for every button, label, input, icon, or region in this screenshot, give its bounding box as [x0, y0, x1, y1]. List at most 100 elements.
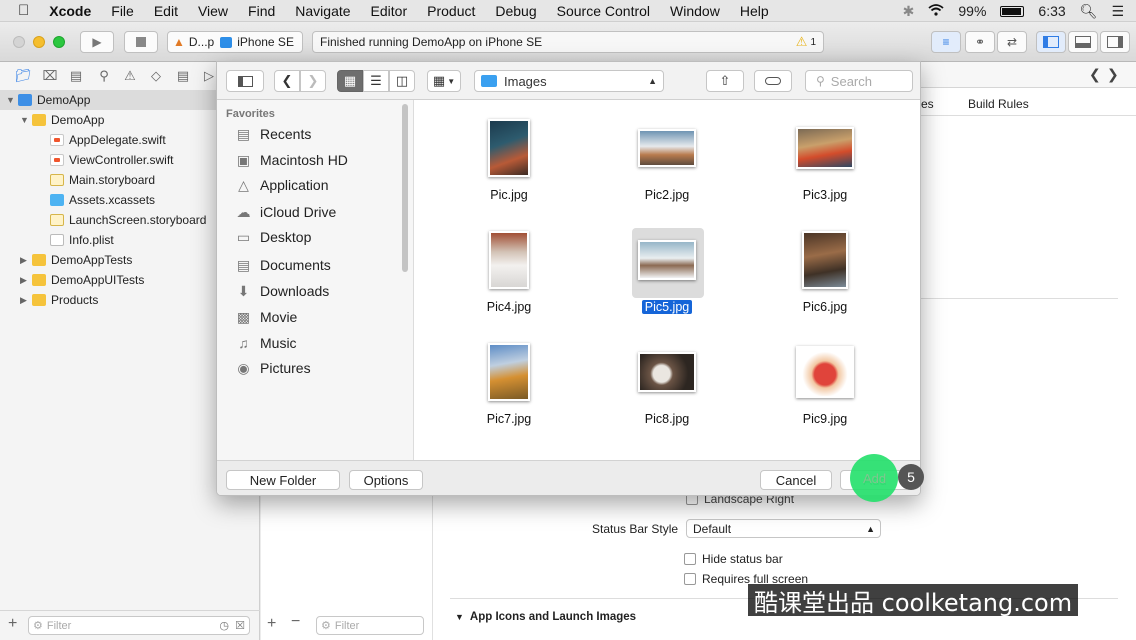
issue-tab-icon[interactable]: ⚠	[121, 67, 139, 85]
find-tab-icon[interactable]: ⚲	[95, 67, 113, 85]
share-button[interactable]: ⇧	[706, 70, 744, 92]
tree-item-file[interactable]: AppDelegate.swift	[50, 130, 166, 150]
sidebar-item-pictures[interactable]: ◉ Pictures	[235, 357, 310, 379]
sidebar-item-downloads[interactable]: ⬇ Downloads	[235, 280, 330, 302]
file-item[interactable]: Pic.jpg	[449, 108, 569, 208]
debug-tab-icon[interactable]: ▤	[174, 67, 192, 85]
hide-status-bar-checkbox[interactable]: Hide status bar	[684, 552, 783, 566]
sidebar-item-recents[interactable]: ▤ Recents	[235, 123, 311, 145]
close-window-button[interactable]	[13, 36, 25, 48]
sidebar-item-movie[interactable]: ▩ Movie	[235, 306, 297, 328]
test-tab-icon[interactable]: ◇	[147, 67, 165, 85]
target-filter-input[interactable]: ⚙ Filter	[316, 616, 424, 635]
sidebar-toggle-button[interactable]	[226, 70, 264, 92]
notification-center-icon[interactable]: ☰	[1111, 3, 1124, 20]
run-button[interactable]: ▶	[80, 31, 114, 53]
checkbox-box[interactable]	[684, 573, 696, 585]
tree-item-group[interactable]: ▼ DemoApp	[20, 110, 104, 130]
sidebar-item-music[interactable]: ♫ Music	[235, 332, 296, 354]
file-item[interactable]: Pic9.jpg	[765, 332, 885, 432]
back-button[interactable]: ❮	[274, 70, 300, 92]
tree-item-file[interactable]: Main.storyboard	[50, 170, 155, 190]
file-item[interactable]: Pic5.jpg	[607, 220, 727, 320]
apple-menu-icon[interactable]: 	[18, 2, 29, 19]
add-file-icon[interactable]: +	[8, 615, 17, 633]
tree-item-file[interactable]: Info.plist	[50, 230, 114, 250]
sidebar-item-icloud-drive[interactable]: ☁ iCloud Drive	[235, 201, 337, 223]
tab-build-rules[interactable]: Build Rules	[968, 97, 1029, 111]
stop-button[interactable]	[124, 31, 158, 53]
disclosure-closed-icon[interactable]: ▶	[20, 255, 32, 266]
symbol-tab-icon[interactable]: ▤	[67, 67, 85, 85]
icon-view-button[interactable]: ▦	[337, 70, 363, 92]
location-popup[interactable]: Images ▲︎	[474, 70, 664, 92]
remove-target-icon[interactable]: −	[291, 613, 300, 631]
menu-debug[interactable]: Debug	[495, 3, 536, 19]
tags-button[interactable]	[754, 70, 792, 92]
assistant-editor-button[interactable]: ⚭	[965, 31, 995, 53]
menu-find[interactable]: Find	[248, 3, 275, 19]
file-item[interactable]: Pic3.jpg	[765, 108, 885, 208]
file-item[interactable]: Pic8.jpg	[607, 332, 727, 432]
search-field[interactable]: ⚲ Search	[805, 70, 913, 92]
file-item[interactable]: Pic7.jpg	[449, 332, 569, 432]
project-navigator-tab-icon[interactable]: 📁︎	[14, 67, 32, 85]
tab-info-partial[interactable]: es	[921, 97, 934, 111]
back-arrow-icon[interactable]: ❮	[1089, 66, 1101, 83]
menu-edit[interactable]: Edit	[154, 3, 178, 19]
file-item[interactable]: Pic2.jpg	[607, 108, 727, 208]
tree-item-file[interactable]: Assets.xcassets	[50, 190, 155, 210]
sidebar-item-macintosh-hd[interactable]: ▣ Macintosh HD	[235, 149, 348, 171]
arrange-button[interactable]: ▦ ▼	[427, 70, 461, 92]
tree-item-file[interactable]: ViewController.swift	[50, 150, 173, 170]
tree-item-group[interactable]: ▶ DemoAppTests	[20, 250, 132, 270]
menu-help[interactable]: Help	[740, 3, 769, 19]
add-target-icon[interactable]: +	[267, 615, 276, 633]
menu-source-control[interactable]: Source Control	[557, 3, 650, 19]
menu-view[interactable]: View	[198, 3, 228, 19]
forward-arrow-icon[interactable]: ❯	[1107, 66, 1119, 83]
bluetooth-icon[interactable]: ✱	[903, 3, 915, 20]
wifi-icon[interactable]	[928, 3, 944, 19]
forward-button[interactable]: ❯	[300, 70, 326, 92]
disclosure-open-icon[interactable]: ▼	[455, 612, 464, 622]
warning-icon[interactable]: ⚠	[796, 34, 808, 50]
disclosure-closed-icon[interactable]: ▶	[20, 275, 32, 286]
checkbox-box[interactable]	[684, 553, 696, 565]
cancel-button[interactable]: Cancel	[760, 470, 832, 490]
file-item[interactable]: Pic4.jpg	[449, 220, 569, 320]
disclosure-open-icon[interactable]: ▼	[6, 95, 18, 105]
column-view-button[interactable]: ◫	[389, 70, 415, 92]
section-header-app-icons[interactable]: ▼ App Icons and Launch Images	[455, 611, 636, 623]
toggle-utilities-button[interactable]	[1100, 31, 1130, 53]
list-view-button[interactable]: ☰	[363, 70, 389, 92]
menu-product[interactable]: Product	[427, 3, 475, 19]
battery-icon[interactable]	[1000, 5, 1025, 17]
sidebar-item-application[interactable]: △ Application	[235, 174, 328, 196]
sidebar-item-desktop[interactable]: ▭ Desktop	[235, 226, 311, 248]
sidebar-item-documents[interactable]: ▤ Documents	[235, 254, 331, 276]
recent-files-icon[interactable]: ◷	[219, 619, 229, 632]
menu-editor[interactable]: Editor	[371, 3, 408, 19]
menu-xcode[interactable]: Xcode	[49, 3, 91, 19]
standard-editor-button[interactable]: ≡	[931, 31, 961, 53]
menu-navigate[interactable]: Navigate	[295, 3, 350, 19]
zoom-window-button[interactable]	[53, 36, 65, 48]
toggle-navigator-button[interactable]	[1036, 31, 1066, 53]
options-button[interactable]: Options	[349, 470, 423, 490]
new-folder-button[interactable]: New Folder	[226, 470, 340, 490]
disclosure-open-icon[interactable]: ▼	[20, 115, 32, 125]
tree-item-file[interactable]: LaunchScreen.storyboard	[50, 210, 206, 230]
tree-item-group[interactable]: ▶ DemoAppUITests	[20, 270, 144, 290]
source-control-tab-icon[interactable]: ⌧	[41, 67, 59, 85]
menu-window[interactable]: Window	[670, 3, 720, 19]
spotlight-icon[interactable]: 🔍︎	[1080, 3, 1098, 20]
sidebar-scrollbar[interactable]	[402, 104, 408, 272]
file-item[interactable]: Pic6.jpg	[765, 220, 885, 320]
minimize-window-button[interactable]	[33, 36, 45, 48]
toggle-debug-button[interactable]	[1068, 31, 1098, 53]
scheme-selector[interactable]: ▲ D...p iPhone SE	[167, 31, 303, 53]
version-editor-button[interactable]: ⇄	[997, 31, 1027, 53]
tree-item-group[interactable]: ▶ Products	[20, 290, 98, 310]
navigator-filter-input[interactable]: ⚙ Filter ◷ ☒	[28, 616, 250, 635]
